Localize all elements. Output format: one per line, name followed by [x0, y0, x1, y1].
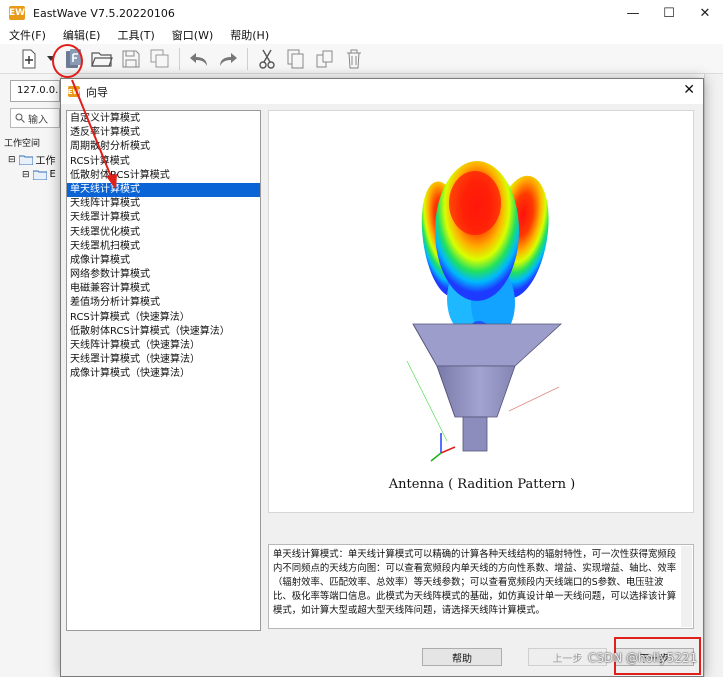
mode-list-item[interactable]: 天线罩计算模式 — [67, 211, 260, 225]
mode-list-item[interactable]: RCS计算模式 — [67, 155, 260, 169]
window-controls: — ☐ ✕ — [615, 0, 723, 26]
mode-list-item[interactable]: RCS计算模式（快速算法） — [67, 311, 260, 325]
mode-description: 单天线计算模式：单天线计算模式可以精确的计算各种天线结构的辐射特性，可一次性获得… — [268, 544, 694, 629]
menu-edit[interactable]: 编辑(E) — [54, 27, 109, 43]
redo-icon[interactable] — [215, 46, 241, 72]
toolbar — [0, 44, 723, 74]
watermark: CSDN @holly5221 — [588, 651, 698, 665]
window-title: EastWave V7.5.20220106 — [33, 6, 175, 20]
mode-list-item[interactable]: 自定义计算模式 — [67, 112, 260, 126]
mode-list-item[interactable]: 低散射体RCS计算模式 — [67, 169, 260, 183]
mode-list-item[interactable]: 周期散射分析模式 — [67, 140, 260, 154]
mode-list-item[interactable]: 天线罩优化模式 — [67, 226, 260, 240]
minimize-button[interactable]: — — [615, 0, 651, 26]
mode-list-item[interactable]: 电磁兼容计算模式 — [67, 282, 260, 296]
right-panel-edge — [704, 74, 723, 677]
mode-list-item[interactable]: 成像计算模式 — [67, 254, 260, 268]
collapse-icon[interactable]: ⊟ — [22, 170, 30, 180]
tree-item[interactable]: ⊟ E — [8, 167, 56, 182]
workspace-search-input[interactable]: 输入 — [10, 108, 60, 128]
app-logo-icon: EW — [8, 6, 26, 20]
preview-caption: Antenna ( Radition Pattern ) — [388, 477, 576, 492]
folder-icon — [32, 170, 47, 180]
save-all-icon[interactable] — [147, 46, 173, 72]
mode-list-item[interactable]: 天线阵计算模式 — [67, 197, 260, 211]
wizard-icon[interactable] — [60, 46, 86, 72]
collapse-icon[interactable]: ⊟ — [8, 155, 16, 165]
mode-list-item[interactable]: 单天线计算模式 — [67, 182, 260, 198]
mode-list-item[interactable]: 低散射体RCS计算模式（快速算法） — [67, 325, 260, 339]
toolbar-separator — [179, 47, 180, 70]
tree-item-label: E — [49, 169, 56, 180]
workspace-label: 工作空间 — [4, 139, 41, 149]
help-button[interactable]: 帮助 — [422, 648, 502, 666]
search-placeholder: 输入 — [28, 114, 48, 126]
title-bar: EW EastWave V7.5.20220106 — ☐ ✕ — [0, 0, 723, 26]
mode-list[interactable]: 自定义计算模式 透反率计算模式 周期散射分析模式 RCS计算模式 低散射体RCS计算模式… — [66, 110, 261, 631]
mode-list-item[interactable]: 网络参数计算模式 — [67, 268, 260, 282]
paste-icon[interactable] — [312, 46, 338, 72]
antenna-pattern-image — [406, 161, 563, 462]
mode-list-item[interactable]: 天线罩机扫模式 — [67, 240, 260, 254]
mode-preview: Antenna ( Radition Pattern ) — [268, 110, 694, 513]
menu-window[interactable]: 窗口(W) — [163, 27, 221, 43]
copy-icon[interactable] — [283, 46, 309, 72]
description-text: 单天线计算模式：单天线计算模式可以精确的计算各种天线结构的辐射特性，可一次性获得… — [273, 549, 677, 616]
save-icon[interactable] — [118, 46, 144, 72]
menu-tools[interactable]: 工具(T) — [108, 27, 162, 43]
workspace-tree: ⊟ 工作 ⊟ E — [8, 152, 56, 182]
cut-icon[interactable] — [254, 46, 280, 72]
close-button[interactable]: ✕ — [687, 0, 723, 26]
menu-file[interactable]: 文件(F) — [0, 27, 54, 43]
dropdown-arrow-icon[interactable] — [45, 46, 57, 72]
search-icon — [15, 113, 25, 123]
server-address-field[interactable]: 127.0.0.1 — [10, 80, 60, 102]
delete-icon[interactable] — [341, 46, 367, 72]
undo-icon[interactable] — [186, 46, 212, 72]
mode-list-item[interactable]: 透反率计算模式 — [67, 126, 260, 140]
maximize-button[interactable]: ☐ — [651, 0, 687, 26]
open-folder-icon[interactable] — [89, 46, 115, 72]
mode-list-item[interactable]: 天线阵计算模式（快速算法） — [67, 339, 260, 353]
folder-icon — [18, 155, 33, 165]
dialog-logo-icon: EW — [67, 86, 81, 97]
mode-list-item[interactable]: 天线罩计算模式（快速算法） — [67, 353, 260, 367]
mode-list-item[interactable]: 成像计算模式（快速算法） — [67, 367, 260, 381]
new-file-icon[interactable] — [16, 46, 42, 72]
mode-list-item[interactable]: 差值场分析计算模式 — [67, 296, 260, 310]
dialog-title-bar: EW 向导 ✕ — [61, 79, 703, 104]
app-window: EW EastWave V7.5.20220106 — ☐ ✕ 文件(F) 编辑… — [0, 0, 723, 677]
dialog-title: 向导 — [86, 85, 108, 99]
tree-item-label: 工作 — [35, 156, 56, 167]
workspace-pane: 127.0.0.1 输入 工作空间 ⊟ 工作 ⊟ E — [0, 74, 62, 677]
tree-item[interactable]: ⊟ 工作 — [8, 152, 56, 168]
menu-help[interactable]: 帮助(H) — [221, 27, 277, 43]
menu-bar: 文件(F) 编辑(E) 工具(T) 窗口(W) 帮助(H) — [0, 26, 723, 44]
toolbar-separator — [247, 47, 248, 70]
wizard-dialog: EW 向导 ✕ 自定义计算模式 透反率计算模式 周期散射分析模式 RCS计算模式 低散射… — [60, 78, 704, 677]
description-scrollbar[interactable] — [681, 546, 692, 627]
dialog-close-button[interactable]: ✕ — [683, 82, 695, 98]
